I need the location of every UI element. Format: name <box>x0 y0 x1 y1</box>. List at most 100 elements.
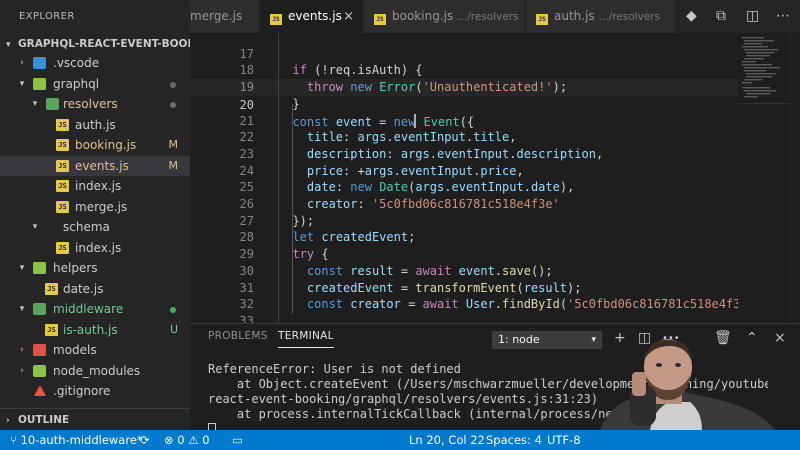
chevron-right-icon: › <box>6 416 10 426</box>
chevron-down-icon: ▾ <box>6 40 11 50</box>
code-line-28[interactable]: 28 try { <box>190 213 738 261</box>
code-line-17[interactable]: 17 if (!req.isAuth) { <box>190 33 738 78</box>
tree-item-label: booking.js <box>75 138 137 152</box>
tree-item-label: index.js <box>75 179 122 193</box>
js-file-icon: JS <box>56 159 69 172</box>
tree-item-label: index.js <box>75 240 122 255</box>
git-status-badge: M <box>168 138 179 151</box>
tree-item-vscode[interactable]: › .vscode <box>0 53 190 74</box>
node-modules-folder-icon <box>33 364 46 377</box>
code-line-19[interactable]: 19 } <box>190 62 738 111</box>
tree-item-label: models <box>53 343 97 357</box>
tree-item-label: events.js <box>75 158 129 173</box>
js-file-icon: JS <box>270 14 282 25</box>
notification-icon[interactable]: ▭ <box>232 430 243 450</box>
tab-label: auth.js <box>554 9 595 23</box>
code-line-23[interactable]: 23 price: +args.eventInput.price, <box>190 129 738 178</box>
terminal-select[interactable]: 1: node ▾ <box>492 331 602 349</box>
tree-item-middleware[interactable]: ▾ middleware <box>0 299 190 320</box>
tree-item-index-js[interactable]: JS index.js <box>0 176 190 197</box>
warning-count: 0 <box>202 433 210 447</box>
problems-status[interactable]: ⊗ 0 ⚠ 0 <box>164 430 210 450</box>
explorer-sidebar: EXPLORER ▾ GRAPHQL-REACT-EVENT-BOOKI... ›… <box>0 0 190 430</box>
git-file-icon <box>34 385 46 396</box>
close-icon[interactable]: × <box>343 0 354 33</box>
git-status-badge: M <box>168 158 179 172</box>
tree-item-date-js[interactable]: JS date.js <box>0 279 190 300</box>
chevron-down-icon: ▾ <box>19 78 25 89</box>
editor-scrollbar[interactable] <box>790 33 800 323</box>
models-folder-icon <box>33 344 46 356</box>
tree-item-auth-js[interactable]: JS auth.js <box>0 115 190 136</box>
chevron-right-icon: › <box>20 345 24 355</box>
open-changes-icon[interactable]: ⧉ <box>716 0 726 33</box>
tree-item-helpers[interactable]: ▾ helpers <box>0 258 190 279</box>
code-line-18[interactable]: 18 throw new Error('Unauthenticated!'); <box>190 46 738 94</box>
tree-item-schema[interactable]: ▾ schema <box>0 217 190 238</box>
branch-status[interactable]: ⑂ 10-auth-middleware* <box>10 430 143 450</box>
tree-item-schema-index-js[interactable]: JS index.js <box>0 238 190 259</box>
sync-icon[interactable]: ⟳ <box>140 430 150 450</box>
cursor-position[interactable]: Ln 20, Col 22 <box>409 430 485 450</box>
tree-item-label: resolvers <box>63 97 118 111</box>
tree-item-graphql[interactable]: ▾ graphql <box>0 74 190 95</box>
tab-events-js[interactable]: JS events.js × <box>260 0 362 33</box>
code-line-22[interactable]: 22 description: args.eventInput.descript… <box>190 113 738 161</box>
project-folder-header[interactable]: ▾ GRAPHQL-REACT-EVENT-BOOKI... <box>0 33 190 55</box>
error-icon: ⊗ <box>164 433 174 447</box>
code-line-25[interactable]: 25 creator: '5c0fbd06c816781c518e4f3e' <box>190 163 738 211</box>
tab-label: booking.js <box>392 9 454 23</box>
chevron-down-icon: ▾ <box>32 222 38 232</box>
js-file-icon: JS <box>56 180 69 192</box>
code-line-21[interactable]: 21 title: args.eventInput.title, <box>190 96 738 145</box>
chevron-down-icon: ▾ <box>19 263 25 273</box>
tab-label: events.js <box>288 9 342 23</box>
code-line-34[interactable]: 34 throw new Error('User not found.'); <box>190 313 738 323</box>
tab-auth-js[interactable]: JS auth.js .../resolvers <box>526 0 674 33</box>
tree-item-resolvers[interactable]: ▾ resolvers <box>0 94 190 115</box>
tab-merge-js[interactable]: merge.js <box>190 0 258 33</box>
tree-item-label: .vscode <box>53 56 100 70</box>
tree-item-events-js[interactable]: JS events.js M <box>0 155 190 176</box>
tree-item-label: node_modules <box>53 363 141 378</box>
tab-label: merge.js <box>190 9 243 23</box>
more-actions-icon[interactable]: ⋯ <box>776 0 790 33</box>
encoding[interactable]: UTF-8 <box>547 430 581 450</box>
tree-item-label: merge.js <box>75 199 128 214</box>
graphql-folder-icon <box>33 77 46 90</box>
tab-booking-js[interactable]: JS booking.js .../resolvers <box>364 0 524 33</box>
outline-section-header[interactable]: › OUTLINE <box>0 408 190 430</box>
tab-problems[interactable]: PROBLEMS <box>208 330 268 342</box>
code-line-26[interactable]: 26 }); <box>190 179 738 228</box>
code-editor[interactable]: 17 if (!req.isAuth) { 18 throw new Error… <box>190 33 800 323</box>
code-line-33[interactable]: 33 if (!creator) { <box>190 296 738 323</box>
chevron-down-icon: ▾ <box>19 304 25 314</box>
tree-item-node-modules[interactable]: › node_modules <box>0 361 190 382</box>
chevron-right-icon: › <box>20 365 24 376</box>
git-status-badge: U <box>169 322 178 336</box>
error-count: 0 <box>177 433 185 447</box>
git-branch-icon: ⑂ <box>10 433 17 447</box>
chevron-down-icon: ▾ <box>32 99 38 109</box>
minimap[interactable] <box>738 33 790 323</box>
tree-item-label: helpers <box>53 261 98 275</box>
code-line-30[interactable]: 30 createdEvent = transformEvent(result)… <box>190 246 738 295</box>
code-line-27[interactable]: 27 let createdEvent; <box>190 196 738 245</box>
tab-terminal[interactable]: TERMINAL <box>278 330 334 348</box>
tree-item-merge-js[interactable]: JS merge.js <box>0 197 190 218</box>
git-compare-icon[interactable]: ◆ <box>686 0 697 33</box>
tree-item-is-auth-js[interactable]: JS is-auth.js U <box>0 320 190 341</box>
code-line-32[interactable]: 32 <box>190 280 738 311</box>
code-line-31[interactable]: 31 const creator = await User.findById('… <box>190 263 770 312</box>
tree-item-gitignore[interactable]: .gitignore <box>0 381 190 402</box>
warning-icon: ⚠ <box>188 433 199 447</box>
tree-item-models[interactable]: › models <box>0 340 190 361</box>
code-line-24[interactable]: 24 date: new Date(args.eventInput.date), <box>190 146 738 195</box>
tree-item-booking-js[interactable]: JS booking.js M <box>0 135 190 156</box>
code-line-20[interactable]: 20 const event = new Event({ <box>190 79 738 129</box>
indentation[interactable]: Spaces: 4 <box>486 430 542 450</box>
editor-tab-bar: merge.js JS events.js × JS booking.js .../r… <box>190 0 800 33</box>
split-editor-icon[interactable]: ◫ <box>746 0 759 33</box>
code-line-29[interactable]: 29 const result = await event.save(); <box>190 229 738 278</box>
tree-item-label: schema <box>63 220 110 234</box>
